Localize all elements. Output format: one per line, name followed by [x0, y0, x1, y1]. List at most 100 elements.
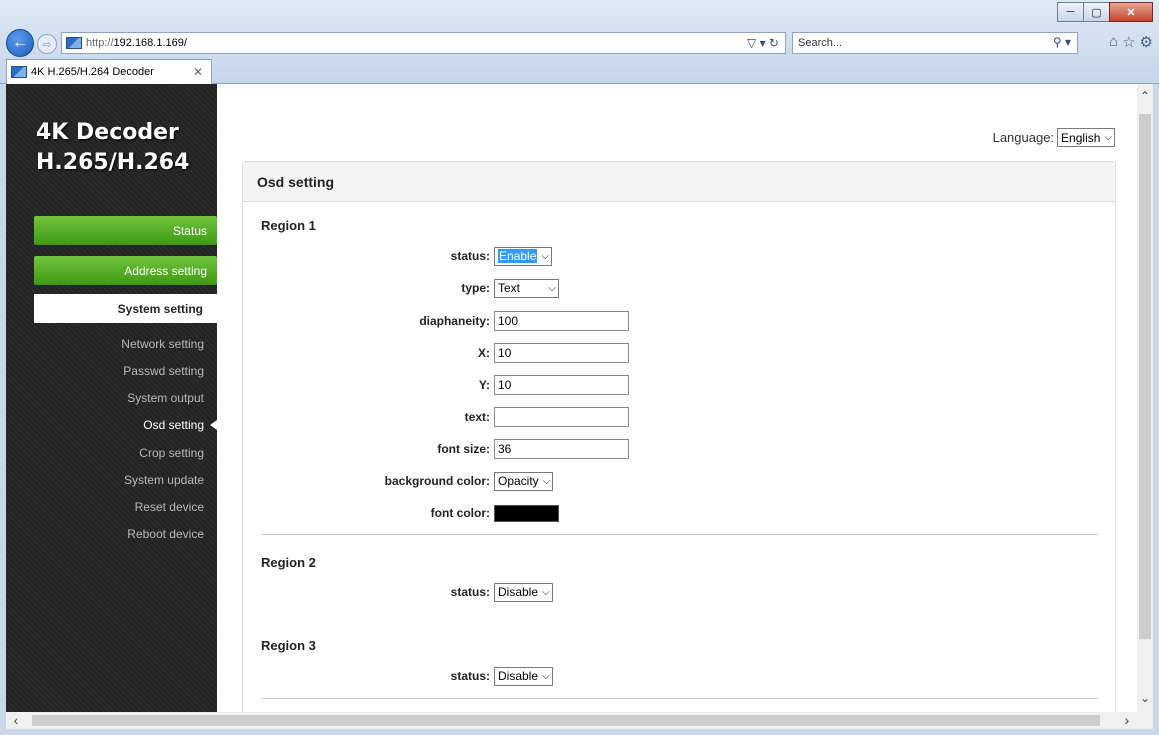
region-1-diaphaneity-row: diaphaneity: 100: [243, 311, 683, 331]
scroll-up-icon[interactable]: ⌃: [1137, 88, 1153, 104]
x-label: X:: [478, 346, 490, 360]
navigation-bar: ← ⇨ http:// 192.168.1.169/ ▽ ▾ ↻ Search.…: [6, 29, 1153, 57]
refresh-icon[interactable]: ▽ ▾ ↻: [747, 36, 779, 50]
submenu-reset-device[interactable]: Reset device: [34, 500, 204, 514]
language-label: Language:: [992, 130, 1055, 145]
status-value: Disable: [498, 669, 539, 683]
close-icon[interactable]: ✕: [1109, 2, 1153, 22]
region-1-status-select[interactable]: Enable ⌵: [494, 246, 552, 266]
search-placeholder: Search...: [798, 37, 843, 49]
region-1-type-select[interactable]: Text ⌵: [494, 278, 559, 298]
region-1-font-size-row: font size: 36: [243, 439, 683, 459]
diaphaneity-label: diaphaneity:: [419, 314, 490, 328]
submenu-reboot-device[interactable]: Reboot device: [34, 527, 204, 541]
submenu-system-update[interactable]: System update: [34, 473, 204, 487]
url-prefix: http://: [86, 37, 114, 49]
submenu-osd-setting[interactable]: Osd setting: [34, 418, 204, 432]
back-arrow-icon[interactable]: ←: [6, 29, 34, 57]
divider: [261, 698, 1098, 699]
horizontal-scroll-thumb[interactable]: [32, 715, 1100, 726]
submenu-system-output[interactable]: System output: [34, 391, 204, 405]
status-value: Disable: [498, 585, 539, 599]
settings-gear-icon[interactable]: ⚙: [1140, 33, 1153, 51]
submenu-network-setting[interactable]: Network setting: [34, 337, 204, 351]
diaphaneity-input[interactable]: 100: [494, 311, 629, 331]
x-input[interactable]: 10: [494, 343, 629, 363]
region-1-title: Region 1: [261, 218, 316, 233]
region-3-title: Region 3: [261, 638, 316, 653]
chevron-down-icon: ⌵: [1104, 132, 1112, 143]
status-value: Enable: [498, 249, 538, 263]
vertical-scrollbar[interactable]: ⌃ ⌄: [1137, 84, 1153, 712]
scroll-left-icon[interactable]: ‹: [8, 712, 24, 729]
panel-title: Osd setting: [243, 162, 1115, 202]
tab-title: 4K H.265/H.264 Decoder: [31, 66, 154, 78]
window-controls: ─ ▢ ✕: [1057, 2, 1153, 22]
toolbar-icons: ⌂ ☆ ⚙: [1109, 33, 1153, 51]
browser-chrome: ─ ▢ ✕ ← ⇨ http:// 192.168.1.169/ ▽ ▾ ↻ S…: [0, 0, 1159, 84]
text-label: text:: [464, 410, 490, 424]
font-color-label: font color:: [430, 506, 490, 520]
type-label: type:: [461, 281, 490, 295]
home-icon[interactable]: ⌂: [1109, 33, 1118, 51]
region-1-x-row: X: 10: [243, 343, 683, 363]
sidebar: 4K Decoder H.265/H.264 Status Address se…: [6, 84, 217, 712]
favorites-star-icon[interactable]: ☆: [1122, 33, 1135, 51]
region-3-status-select[interactable]: Disable ⌵: [494, 666, 553, 686]
vertical-scroll-thumb[interactable]: [1139, 114, 1151, 639]
region-1-type-row: type: Text ⌵: [243, 278, 683, 298]
menu-system-setting[interactable]: System setting: [34, 294, 217, 323]
divider: [261, 534, 1098, 535]
submenu-crop-setting[interactable]: Crop setting: [34, 446, 204, 460]
status-label: status:: [450, 249, 490, 263]
minimize-icon[interactable]: ─: [1057, 2, 1084, 22]
page-viewport: 4K Decoder H.265/H.264 Status Address se…: [6, 84, 1137, 712]
chevron-down-icon: ⌵: [542, 586, 550, 598]
status-label: status:: [450, 585, 490, 599]
chevron-down-icon: ⌵: [541, 250, 549, 262]
menu-status[interactable]: Status: [34, 216, 217, 245]
language-selector: Language: English ⌵: [993, 128, 1115, 147]
maximize-icon[interactable]: ▢: [1083, 2, 1110, 22]
brand-logo: 4K Decoder H.265/H.264: [36, 118, 189, 178]
background-color-value: Opacity: [498, 474, 539, 488]
background-color-select[interactable]: Opacity ⌵: [494, 471, 554, 491]
region-1-status-row: status: Enable ⌵: [243, 246, 683, 266]
brand-line-1: 4K Decoder: [36, 120, 179, 145]
type-value: Text: [498, 281, 521, 295]
status-label: status:: [450, 669, 490, 683]
search-icon[interactable]: ⚲ ▾: [1053, 35, 1071, 49]
submenu-passwd-setting[interactable]: Passwd setting: [34, 364, 204, 378]
language-value: English: [1061, 130, 1101, 145]
horizontal-scrollbar[interactable]: ‹ ›: [6, 712, 1137, 729]
region-1-font-color-row: font color:: [243, 503, 683, 523]
menu-address-setting[interactable]: Address setting: [34, 256, 217, 285]
url-host: 192.168.1.169/: [113, 37, 187, 49]
brand-line-2: H.265/H.264: [36, 150, 190, 175]
tab-close-icon[interactable]: ✕: [193, 65, 203, 79]
font-size-label: font size:: [437, 442, 490, 456]
tab-favicon-icon: [11, 66, 27, 78]
background-color-label: background color:: [384, 474, 490, 488]
search-input[interactable]: Search... ⚲ ▾: [792, 32, 1078, 54]
current-page-indicator-icon: [210, 420, 217, 430]
region-2-status-select[interactable]: Disable ⌵: [494, 582, 553, 602]
site-favicon-icon: [66, 37, 82, 49]
region-2-title: Region 2: [261, 555, 316, 570]
font-color-swatch[interactable]: [494, 504, 559, 522]
chevron-down-icon: ⌵: [542, 670, 550, 682]
address-bar[interactable]: http:// 192.168.1.169/ ▽ ▾ ↻: [61, 32, 786, 54]
osd-panel: Osd setting Region 1 status: Enable ⌵ ty…: [242, 161, 1116, 712]
scroll-right-icon[interactable]: ›: [1119, 712, 1135, 729]
font-size-input[interactable]: 36: [494, 439, 629, 459]
chevron-down-icon: ⌵: [542, 475, 551, 487]
language-select[interactable]: English ⌵: [1057, 128, 1115, 147]
forward-arrow-icon[interactable]: ⇨: [37, 34, 57, 54]
scroll-down-icon[interactable]: ⌄: [1137, 690, 1153, 706]
y-input[interactable]: 10: [494, 375, 629, 395]
text-input[interactable]: [494, 407, 629, 427]
region-1-bg-color-row: background color: Opacity ⌵: [243, 471, 683, 491]
region-3-status-row: status: Disable ⌵: [243, 666, 683, 686]
browser-tab[interactable]: 4K H.265/H.264 Decoder ✕: [6, 59, 212, 84]
region-1-text-row: text:: [243, 407, 683, 427]
